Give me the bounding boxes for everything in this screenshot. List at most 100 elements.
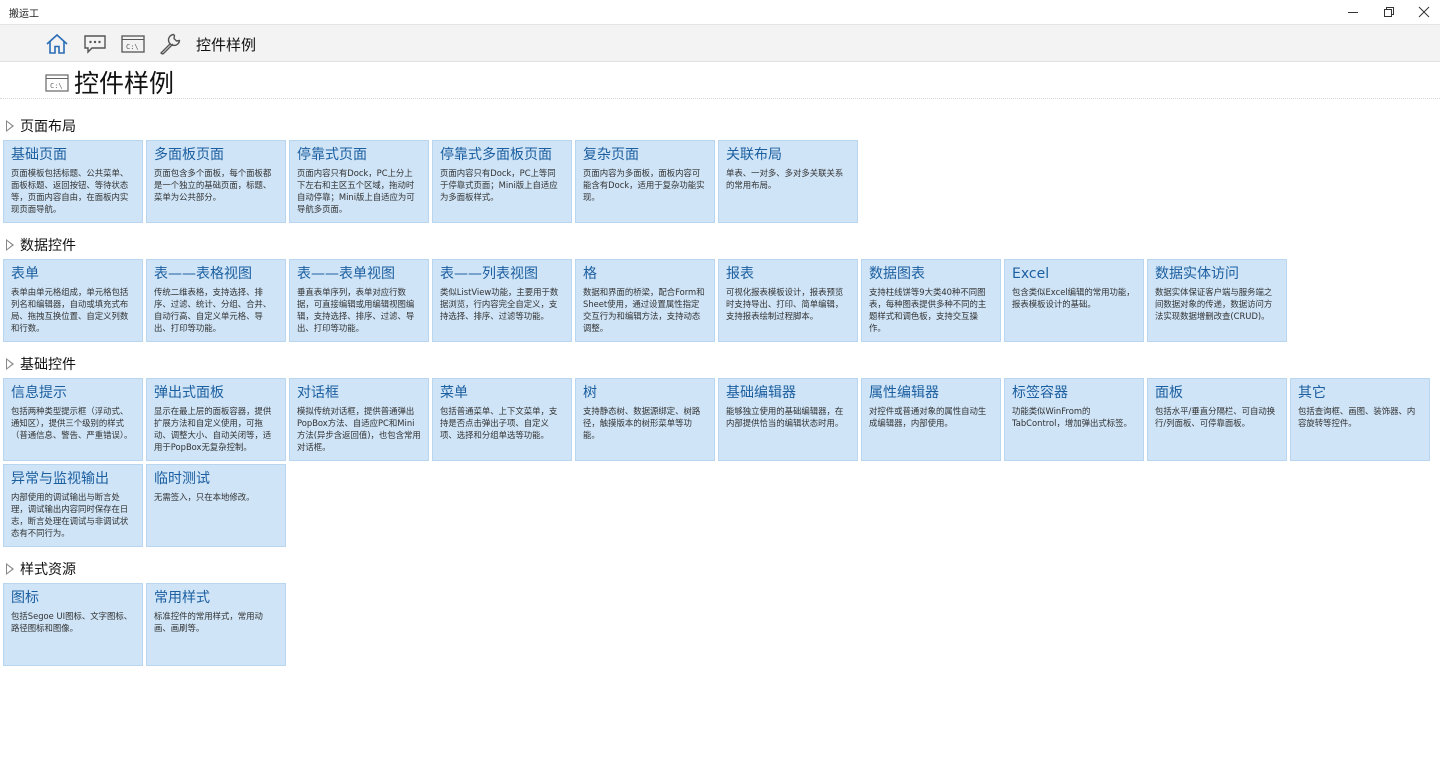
tile-title: 异常与监视输出	[11, 471, 109, 487]
tile-basic-editor[interactable]: 基础编辑器能够独立使用的基础编辑器，在内部提供恰当的编辑状态时用。	[718, 378, 858, 461]
tile-dock-page[interactable]: 停靠式页面页面内容只有Dock，PC上分上下左右和主区五个区域，拖动时自动停靠；…	[289, 140, 429, 223]
tile-title: 报表	[726, 266, 754, 282]
tile-data-entity-access[interactable]: 数据实体访问 数据实体保证客户端与服务端之间数据对象的传递，数据访问方法实现数据增…	[1147, 259, 1287, 342]
section-header-basic[interactable]: 基础控件	[6, 354, 76, 374]
tile-desc: 单表、一对多、多对多关联关系的常用布局。	[726, 168, 844, 190]
tile-excel[interactable]: Excel 包含类似Excel编辑的常用功能，报表模板设计的基础。	[1004, 259, 1144, 342]
chat-button[interactable]	[82, 31, 108, 57]
toolbar-title: 控件样例	[196, 36, 257, 54]
header-divider	[0, 98, 1440, 99]
tile-data-chart[interactable]: 数据图表 支持柱线饼等9大类40种不同图表，每种图表提供多种不同的主题样式和调色板…	[861, 259, 1001, 342]
tile-title: 表单	[11, 266, 39, 282]
tile-desc: 模拟传统对话框，提供普通弹出PopBox方法、自适应PC和Mini方法(异步含返…	[297, 406, 421, 452]
tile-desc: 标准控件的常用样式，常用动画、画刷等。	[154, 611, 263, 633]
tile-menu[interactable]: 菜单包括普通菜单、上下文菜单，支持是否点击弹出子项、自定义项、选择和分组单选等功…	[432, 378, 572, 461]
tile-table-list-view[interactable]: 表——列表视图 类似ListView功能，主要用于数据浏览，行内容完全自定义，支持…	[432, 259, 572, 342]
title-bar: 搬运工	[0, 0, 1440, 24]
tile-form[interactable]: 表单表单由单元格组成，单元格包括列名和编辑器，自动或填充式布局、拖拽互换位置、自…	[3, 259, 143, 342]
tile-desc: 传统二维表格，支持选择、排序、过滤、统计、分组、合并、自动行高、自定义单元格、导…	[154, 287, 272, 333]
tile-popup-panel[interactable]: 弹出式面板 显示在最上层的面板容器，提供扩展方法和自定义使用，可拖动、调整大小、自…	[146, 378, 286, 461]
svg-text:C:\: C:\	[126, 43, 139, 51]
tile-multi-panel-page[interactable]: 多面板页面 页面包含多个面板，每个面板都是一个独立的基础页面，标题、菜单为公共部分…	[146, 140, 286, 223]
tile-desc: 数据实体保证客户端与服务端之间数据对象的传递，数据访问方法实现数据增删改查(CR…	[1155, 287, 1273, 321]
tile-report[interactable]: 报表可视化报表模板设计，报表预览时支持导出、打印、简单编辑，支持报表绘制过程脚本…	[718, 259, 858, 342]
tile-temp-test[interactable]: 临时测试无需签入，只在本地修改。	[146, 464, 286, 547]
tile-grid-data: 表单表单由单元格组成，单元格包括列名和编辑器，自动或填充式布局、拖拽互换位置、自…	[3, 259, 1430, 342]
settings-button[interactable]	[157, 31, 183, 57]
tile-title: 面板	[1155, 385, 1183, 401]
tile-title: 弹出式面板	[154, 385, 224, 401]
tile-desc: 包含类似Excel编辑的常用功能，报表模板设计的基础。	[1012, 287, 1135, 309]
tile-desc: 对控件或普通对象的属性自动生成编辑器，内部使用。	[869, 406, 987, 428]
tile-grid-basic: 信息提示 包括两种类型提示框（浮动式、通知区），提供三个级别的样式（普通信息、警告…	[3, 378, 1430, 547]
tile-desc: 数据和界面的桥梁，配合Form和Sheet使用，通过设置属性指定交互行为和编辑方…	[583, 287, 705, 333]
tile-title: 属性编辑器	[869, 385, 939, 401]
tile-title: 菜单	[440, 385, 468, 401]
section-header-styles[interactable]: 样式资源	[6, 559, 76, 579]
tile-desc: 支持柱线饼等9大类40种不同图表，每种图表提供多种不同的主题样式和调色板，支持交…	[869, 287, 987, 333]
tile-table-form-view[interactable]: 表——表单视图垂直表单序列，表单对应行数据，可直接编辑或用编辑视图编辑，支持选择…	[289, 259, 429, 342]
tile-grid-layout: 基础页面 页面模板包括标题、公共菜单、面板标题、返回按钮、等待状态等，页面内容自由…	[3, 140, 1430, 223]
tile-desc: 包括普通菜单、上下文菜单，支持是否点击弹出子项、自定义项、选择和分组单选等功能。	[440, 406, 558, 440]
close-icon	[1418, 6, 1430, 18]
tile-title: 临时测试	[154, 471, 210, 487]
tile-title: 复杂页面	[583, 147, 639, 163]
toolbar: C:\ 控件样例	[0, 24, 1440, 62]
tile-other[interactable]: 其它 包括查询框、画图、装饰器、内容旋转等控件。	[1290, 378, 1430, 461]
tile-title: 标签容器	[1012, 385, 1068, 401]
console-button[interactable]: C:\	[120, 31, 146, 57]
tile-exception-monitor-output[interactable]: 异常与监视输出 内部使用的调试输出与断言处理，调试输出内容同时保存在日志，断言处理…	[3, 464, 143, 547]
page-title: 控件样例	[74, 69, 175, 98]
tile-icons[interactable]: 图标包括Segoe UI图标、文字图标、路径图标和图像。	[3, 583, 143, 666]
tile-tree[interactable]: 树支持静态树、数据源绑定、树路径，触摸版本的树形菜单等功能。	[575, 378, 715, 461]
tile-title: 树	[583, 385, 597, 401]
tile-title: 表——列表视图	[440, 266, 538, 282]
tile-related-layout[interactable]: 关联布局单表、一对多、多对多关联关系的常用布局。	[718, 140, 858, 223]
home-button[interactable]	[44, 31, 70, 57]
tile-message-tip[interactable]: 信息提示 包括两种类型提示框（浮动式、通知区），提供三个级别的样式（普通信息、警告…	[3, 378, 143, 461]
tile-title: 对话框	[297, 385, 339, 401]
tile-desc: 页面内容只有Dock，PC上分上下左右和主区五个区域，拖动时自动停靠；Mini版…	[297, 168, 415, 214]
tile-desc: 表单由单元格组成，单元格包括列名和编辑器，自动或填充式布局、拖拽互换位置、自定义…	[11, 287, 129, 333]
tile-title: 常用样式	[154, 590, 210, 606]
tile-title: Excel	[1012, 266, 1050, 282]
tile-desc: 支持静态树、数据源绑定、树路径，触摸版本的树形菜单等功能。	[583, 406, 701, 440]
tile-desc: 页面内容为多面板，面板内容可能含有Dock，适用于复杂功能实现。	[583, 168, 705, 202]
tile-cell[interactable]: 格数据和界面的桥梁，配合Form和Sheet使用，通过设置属性指定交互行为和编辑…	[575, 259, 715, 342]
tile-title: 基础编辑器	[726, 385, 796, 401]
tile-desc: 能够独立使用的基础编辑器，在内部提供恰当的编辑状态时用。	[726, 406, 844, 428]
tile-complex-page[interactable]: 复杂页面页面内容为多面板，面板内容可能含有Dock，适用于复杂功能实现。	[575, 140, 715, 223]
collapse-triangle-icon	[6, 239, 14, 251]
home-icon	[46, 33, 68, 54]
tile-title: 停靠式页面	[297, 147, 367, 163]
tile-title: 关联布局	[726, 147, 782, 163]
console-icon: C:\	[121, 35, 145, 53]
tile-title: 表——表单视图	[297, 266, 395, 282]
tile-basic-page[interactable]: 基础页面 页面模板包括标题、公共菜单、面板标题、返回按钮、等待状态等，页面内容自由…	[3, 140, 143, 223]
tile-title: 信息提示	[11, 385, 67, 401]
section-header-data[interactable]: 数据控件	[6, 235, 76, 255]
close-button[interactable]	[1401, 0, 1440, 24]
section-title: 样式资源	[20, 562, 76, 578]
tile-tab-container[interactable]: 标签容器 功能类似WinFrom的TabControl，增加弹出式标签。	[1004, 378, 1144, 461]
section-title: 页面布局	[20, 119, 76, 135]
tile-common-styles[interactable]: 常用样式标准控件的常用样式，常用动画、画刷等。	[146, 583, 286, 666]
tile-desc: 包括Segoe UI图标、文字图标、路径图标和图像。	[11, 611, 133, 633]
section-title: 基础控件	[20, 357, 76, 373]
tile-dock-multi-panel-page[interactable]: 停靠式多面板页面 页面内容只有Dock，PC上等同于停靠式页面；Mini版上自适应…	[432, 140, 572, 223]
collapse-triangle-icon	[6, 358, 14, 370]
wrench-icon	[160, 33, 181, 55]
tile-property-editor[interactable]: 属性编辑器对控件或普通对象的属性自动生成编辑器，内部使用。	[861, 378, 1001, 461]
tile-dialog[interactable]: 对话框模拟传统对话框，提供普通弹出PopBox方法、自适应PC和Mini方法(异…	[289, 378, 429, 461]
tile-title: 图标	[11, 590, 39, 606]
tile-grid-styles: 图标包括Segoe UI图标、文字图标、路径图标和图像。 常用样式标准控件的常用…	[3, 583, 1430, 666]
tile-desc: 无需签入，只在本地修改。	[154, 492, 255, 502]
tile-panel[interactable]: 面板 包括水平/垂直分隔栏、可自动换行/列面板、可停靠面板。	[1147, 378, 1287, 461]
tile-desc: 可视化报表模板设计，报表预览时支持导出、打印、简单编辑，支持报表绘制过程脚本。	[726, 287, 844, 321]
tile-desc: 页面包含多个面板，每个面板都是一个独立的基础页面，标题、菜单为公共部分。	[154, 168, 272, 202]
section-header-layout[interactable]: 页面布局	[6, 116, 76, 136]
tile-table-grid-view[interactable]: 表——表格视图 传统二维表格，支持选择、排序、过滤、统计、分组、合并、自动行高、自…	[146, 259, 286, 342]
section-title: 数据控件	[20, 238, 76, 254]
restore-icon	[1384, 7, 1394, 17]
tile-desc: 垂直表单序列，表单对应行数据，可直接编辑或用编辑视图编辑，支持选择、排序、过滤、…	[297, 287, 415, 333]
